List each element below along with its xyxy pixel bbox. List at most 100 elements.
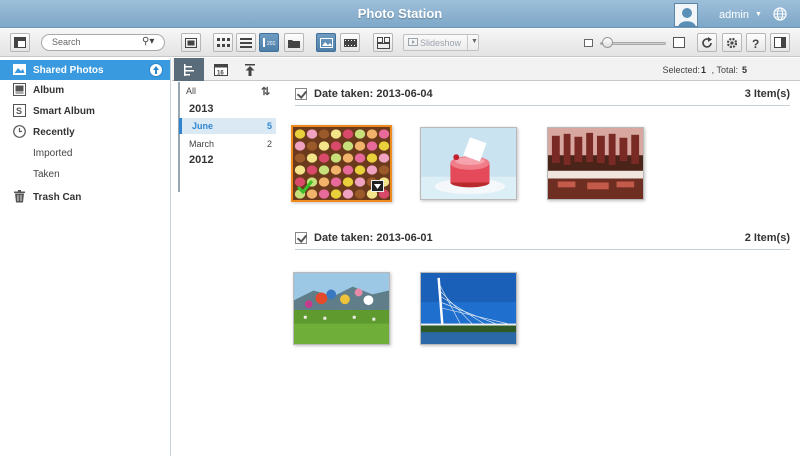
timeline-all[interactable]: All (186, 86, 196, 96)
folder-icon (288, 39, 300, 48)
selected-count: 1 (700, 65, 706, 75)
sidebar-item-taken[interactable]: Taken (0, 164, 170, 184)
photo-icon (319, 37, 333, 48)
upload-icon[interactable] (149, 63, 163, 77)
macaron-shape (342, 153, 354, 163)
timeline-panel: 16 All ⇅ 2013 June 5 March 2 2012 (172, 58, 278, 456)
toolbar: ⚲▾ 2013 Slideshow ▼ ? (0, 29, 800, 57)
photo-thumbnail-hot-air-balloons[interactable] (293, 272, 390, 345)
user-avatar[interactable] (674, 3, 698, 27)
macaron-shape (378, 165, 390, 175)
group-select-checkbox[interactable] (295, 232, 307, 244)
shared-photos-icon (13, 64, 26, 75)
macaron-shape (330, 141, 342, 151)
pink-cake-photo (421, 128, 516, 199)
folder-view-button[interactable] (284, 33, 304, 52)
macaron-shape (330, 153, 342, 163)
photo-thumbnail-market-stall[interactable] (547, 127, 644, 200)
trash-can-icon (14, 190, 25, 203)
photo-mode-button[interactable] (316, 33, 336, 52)
total-count: 5 (741, 65, 747, 75)
recently-clock-icon (13, 125, 26, 138)
bridge-photo (421, 273, 516, 344)
zoom-slider-handle[interactable] (601, 37, 613, 48)
upload-arrow-icon (153, 66, 159, 74)
selection-status-bar: Selected: 1 , Total: 5 (278, 58, 800, 81)
search-icon[interactable]: ⚲▾ (142, 36, 154, 47)
macaron-shape (306, 129, 318, 139)
slideshow-dropdown-icon[interactable]: ▼ (471, 38, 478, 45)
list-view-button[interactable] (236, 33, 256, 52)
title-bar: Photo Station admin ▼ (0, 0, 800, 28)
slideshow-icon (408, 38, 418, 46)
group-item-count: 3 Item(s) (744, 88, 790, 100)
macaron-shape (318, 129, 330, 139)
toggle-sidebar-button[interactable] (10, 33, 30, 52)
photo-thumbnail-pink-cake[interactable] (420, 127, 517, 200)
help-button[interactable]: ? (746, 33, 766, 52)
photo-grid-area: Selected: 1 , Total: 5 Date taken: 2013-… (278, 58, 800, 456)
sidebar-item-recently[interactable]: Recently (0, 122, 170, 142)
filmstrip-view-button[interactable] (181, 33, 201, 52)
photo-thumbnail-macarons[interactable] (291, 125, 392, 202)
timeline-month-june[interactable]: June 5 (179, 118, 276, 134)
sidebar: Shared Photos Album S Smart Album Recent… (0, 58, 171, 456)
macaron-shape (366, 153, 378, 163)
svg-text:S: S (16, 106, 22, 116)
photo-menu-button[interactable] (371, 180, 384, 192)
macaron-shape (318, 165, 330, 175)
macaron-shape (354, 165, 366, 175)
dropdown-triangle-icon (374, 184, 381, 189)
select-mode-button[interactable] (373, 33, 393, 52)
market-stall-photo (548, 128, 643, 199)
macaron-shape (354, 129, 366, 139)
zoom-out-icon[interactable] (584, 39, 593, 47)
sidebar-item-smart-album[interactable]: S Smart Album (0, 101, 170, 121)
zoom-in-icon[interactable] (673, 37, 685, 48)
refresh-icon (702, 36, 712, 48)
macaron-shape (366, 129, 378, 139)
video-mode-button[interactable] (340, 33, 360, 52)
search-input[interactable] (52, 37, 144, 47)
sidebar-item-label: Smart Album (33, 106, 95, 117)
group-select-checkbox[interactable] (295, 88, 307, 100)
timeline-month-march[interactable]: March 2 (179, 136, 276, 152)
sidebar-item-album[interactable]: Album (0, 80, 170, 100)
sort-order-icon[interactable]: ⇅ (261, 85, 270, 98)
user-menu-caret-icon[interactable]: ▼ (755, 11, 762, 18)
tab-calendar[interactable]: 16 (206, 58, 236, 81)
thumbnail-view-button[interactable] (213, 33, 233, 52)
macaron-shape (294, 153, 306, 163)
macaron-shape (354, 141, 366, 151)
sidebar-item-label: Recently (33, 127, 75, 138)
sidebar-item-imported[interactable]: Imported (0, 143, 170, 163)
search-box[interactable]: ⚲▾ (41, 34, 165, 51)
gear-icon (726, 37, 738, 48)
macaron-shape (306, 153, 318, 163)
total-label: , Total: (711, 65, 738, 75)
smart-album-icon: S (13, 104, 26, 117)
timeline-year[interactable]: 2013 (189, 103, 213, 115)
sidebar-item-label: Trash Can (33, 192, 82, 203)
slideshow-button[interactable]: Slideshow ▼ (403, 34, 479, 51)
macaron-shape (306, 165, 318, 175)
timeline-year[interactable]: 2012 (189, 154, 213, 166)
slideshow-label: Slideshow (420, 38, 462, 48)
month-name: March (189, 139, 215, 149)
macaron-shape (342, 165, 354, 175)
timeline-view-icon: 2013 (263, 38, 276, 47)
language-globe-icon[interactable] (773, 7, 787, 21)
sidebar-item-shared-photos[interactable]: Shared Photos (0, 60, 170, 80)
macaron-shape (366, 165, 378, 175)
photo-thumbnail-bridge[interactable] (420, 272, 517, 345)
refresh-button[interactable] (697, 33, 717, 52)
macaron-shape (378, 153, 390, 163)
tab-scroll-top[interactable] (235, 58, 265, 81)
sidebar-item-trash-can[interactable]: Trash Can (0, 187, 170, 207)
tab-timeline[interactable] (174, 58, 204, 81)
info-panel-button[interactable] (770, 33, 790, 52)
info-panel-icon (774, 37, 786, 48)
timeline-view-button[interactable]: 2013 (259, 33, 279, 52)
username[interactable]: admin (719, 9, 749, 21)
settings-button[interactable] (722, 33, 742, 52)
